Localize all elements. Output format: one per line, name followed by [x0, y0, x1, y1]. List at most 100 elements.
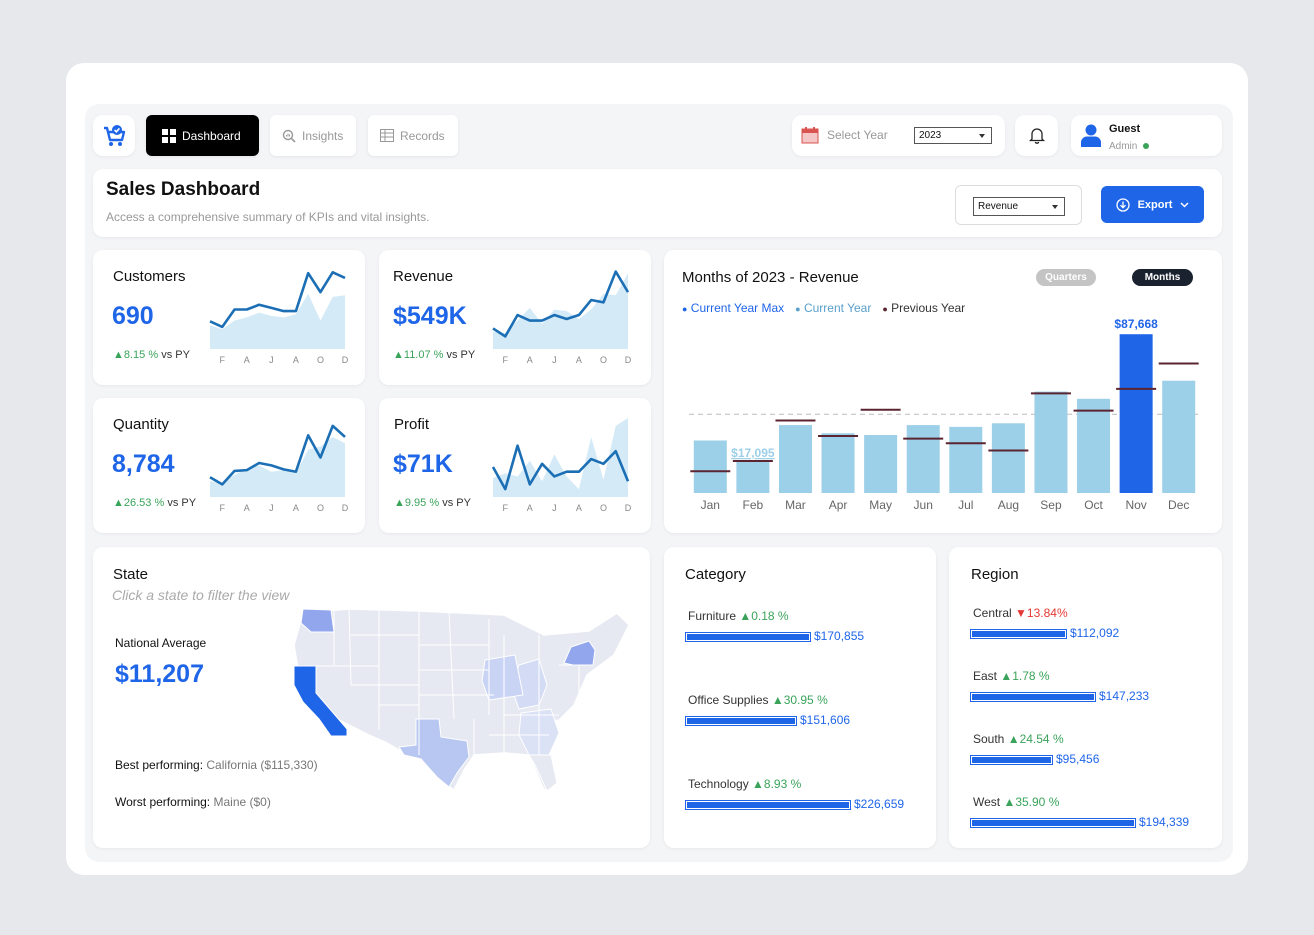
x-tick-label: Jan: [701, 498, 720, 512]
bar-jul[interactable]: [949, 426, 983, 493]
bar-oct[interactable]: [1077, 398, 1111, 493]
bar-dec[interactable]: [1162, 380, 1196, 493]
kpi-title: Quantity: [113, 416, 169, 433]
bar-item-bar[interactable]: [970, 818, 1136, 828]
bar-item-bar[interactable]: [685, 716, 797, 726]
sparkline-month-label: D: [625, 355, 632, 365]
sparkline-month-label: A: [293, 503, 299, 513]
bar-item-label: East ▲1.78 %: [973, 669, 1050, 683]
user-menu[interactable]: Guest Admin: [1071, 115, 1222, 156]
page-title: Sales Dashboard: [106, 179, 261, 200]
monthly-bar-chart: Jan Feb Mar Apr May Jun Jul Aug Sep Oct Nov Dec $87,…: [689, 317, 1200, 512]
bar-may[interactable]: [864, 435, 898, 493]
kpi-card-profit[interactable]: Profit $71K ▲9.95 % vs PY F A J A O D: [379, 398, 651, 533]
us-states-map[interactable]: [289, 605, 634, 795]
nav-insights-label: Insights: [302, 128, 344, 143]
bar-apr[interactable]: [821, 433, 855, 493]
state-subtitle: Click a state to filter the view: [112, 587, 290, 603]
nav-insights[interactable]: Insights: [270, 115, 356, 156]
bar-item-label: West ▲35.90 %: [973, 795, 1059, 809]
notifications-button[interactable]: [1015, 115, 1058, 156]
measure-filter: Revenue: [955, 185, 1082, 225]
bar-item-label: Furniture ▲0.18 %: [688, 609, 789, 623]
bar-item-change: ▼13.84%: [1015, 606, 1068, 620]
bar-item-change: ▲30.95 %: [771, 693, 828, 707]
sparkline-month-label: A: [244, 503, 250, 513]
grid-icon: [162, 128, 176, 143]
kpi-title: Profit: [394, 416, 430, 433]
kpi-change-vs: vs PY: [167, 497, 197, 509]
bar-item-name: South: [973, 732, 1008, 746]
bar-item-change: ▲1.78 %: [1000, 669, 1050, 683]
category-title: Category: [685, 566, 746, 583]
nav-dashboard[interactable]: Dashboard: [146, 115, 259, 156]
year-filter-label: Select Year: [827, 128, 888, 142]
bar-item-name: West: [973, 795, 1004, 809]
calendar-icon: [801, 127, 819, 144]
nav-records-label: Records: [400, 128, 445, 143]
kpi-card-quantity[interactable]: Quantity 8,784 ▲26.53 % vs PY F A J A O D: [93, 398, 365, 533]
bar-sep[interactable]: [1034, 391, 1068, 493]
measure-select[interactable]: Revenue: [973, 197, 1065, 216]
magnifier-chart-icon: [282, 129, 296, 143]
sparkline-month-label: A: [527, 355, 533, 365]
kpi-change-vs: vs PY: [161, 349, 190, 361]
best-performing: Best performing: California ($115,330): [115, 758, 318, 772]
bar-item-bar[interactable]: [685, 632, 811, 642]
bar-item-bar[interactable]: [970, 755, 1053, 765]
kpi-change-pct: ▲8.15 %: [113, 349, 159, 361]
x-tick-label: Apr: [829, 498, 848, 512]
monthly-revenue-card: Months of 2023 - Revenue Quarters Months…: [664, 250, 1222, 533]
bar-mar[interactable]: [778, 425, 812, 493]
bar-item-bar[interactable]: [970, 692, 1096, 702]
bar-jan[interactable]: [693, 440, 727, 493]
user-avatar-icon: [1081, 124, 1101, 147]
worst-performing: Worst performing: Maine ($0): [115, 795, 271, 809]
app-logo[interactable]: [93, 115, 135, 156]
bar-item-bar[interactable]: [685, 800, 851, 810]
kpi-card-revenue[interactable]: Revenue $549K ▲11.07 % vs PY F A J A O D: [379, 250, 651, 385]
sparkline-month-label: D: [342, 355, 349, 365]
bar-feb[interactable]: [736, 462, 770, 493]
worst-performing-label: Worst performing:: [115, 795, 211, 809]
sparkline-month-label: O: [600, 503, 607, 513]
kpi-value: 690: [112, 302, 154, 330]
bar-item-value: $112,092: [1070, 626, 1120, 640]
national-average-value: $11,207: [115, 660, 204, 688]
bar-item-label: South ▲24.54 %: [973, 732, 1064, 746]
chevron-down-icon: [1180, 201, 1189, 208]
bar-jun[interactable]: [906, 425, 940, 493]
nav-records[interactable]: Records: [368, 115, 458, 156]
kpi-sparkline: FAJAOD: [209, 424, 349, 513]
nav-dashboard-label: Dashboard: [182, 128, 241, 143]
bar-item-change: ▲24.54 %: [1007, 732, 1064, 746]
shopping-cart-icon: [104, 124, 126, 146]
min-value-label: $17,095: [731, 446, 775, 460]
kpi-change: ▲8.15 % vs PY: [113, 349, 190, 361]
export-button[interactable]: Export: [1101, 186, 1204, 223]
download-icon: [1115, 197, 1130, 212]
bar-aug[interactable]: [991, 423, 1025, 493]
kpi-change: ▲9.95 % vs PY: [394, 497, 471, 509]
year-select[interactable]: 2023: [914, 127, 992, 144]
bar-item-label: Office Supplies ▲30.95 %: [688, 693, 828, 707]
bar-item-bar[interactable]: [970, 629, 1067, 639]
bar-item-name: Central: [973, 606, 1016, 620]
sparkline-month-label: O: [600, 355, 607, 365]
sparkline-month-label: A: [576, 503, 582, 513]
map-state-region-midwest[interactable]: [481, 654, 524, 701]
kpi-value: $71K: [393, 450, 453, 478]
x-tick-label: Nov: [1125, 498, 1146, 512]
bar-nov[interactable]: [1119, 334, 1153, 493]
sparkline-month-label: O: [317, 355, 324, 365]
kpi-card-customers[interactable]: Customers 690 ▲8.15 % vs PY F A J A O D: [93, 250, 365, 385]
user-role: Admin: [1109, 141, 1138, 152]
kpi-title: Revenue: [393, 268, 454, 285]
sparkline-month-label: F: [220, 355, 226, 365]
kpi-change-pct: ▲11.07 %: [393, 349, 444, 361]
state-card: State Click a state to filter the view N…: [93, 547, 650, 848]
kpi-change-pct: ▲9.95 %: [394, 497, 440, 509]
sparkline-month-label: J: [552, 355, 557, 365]
sparkline-previous-area: [210, 293, 345, 349]
sparkline-month-label: J: [269, 503, 274, 513]
